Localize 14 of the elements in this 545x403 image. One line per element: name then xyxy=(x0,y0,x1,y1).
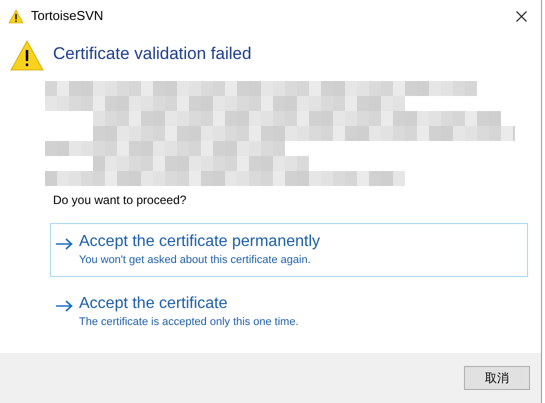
arrow-icon xyxy=(55,238,73,250)
option-title: Accept the certificate xyxy=(79,294,229,314)
question-text: Do you want to proceed? xyxy=(53,192,188,208)
option-description: You won't get asked about this certificate again. xyxy=(79,252,312,268)
option-title: Accept the certificate permanently xyxy=(79,232,320,252)
command-link[interactable]: Accept the certificate permanently You won't get asked about this certificate again. xyxy=(50,222,528,276)
cancel-button[interactable]: 取消 xyxy=(464,366,530,390)
window-title: TortoiseSVN xyxy=(31,7,104,26)
close-icon[interactable] xyxy=(516,10,527,22)
warning-icon xyxy=(8,8,24,24)
warning-icon xyxy=(10,40,44,71)
option-description: The certificate is accepted only this one time. xyxy=(79,314,298,330)
dialog-heading: Certificate validation failed xyxy=(53,43,252,65)
arrow-icon xyxy=(55,300,73,312)
